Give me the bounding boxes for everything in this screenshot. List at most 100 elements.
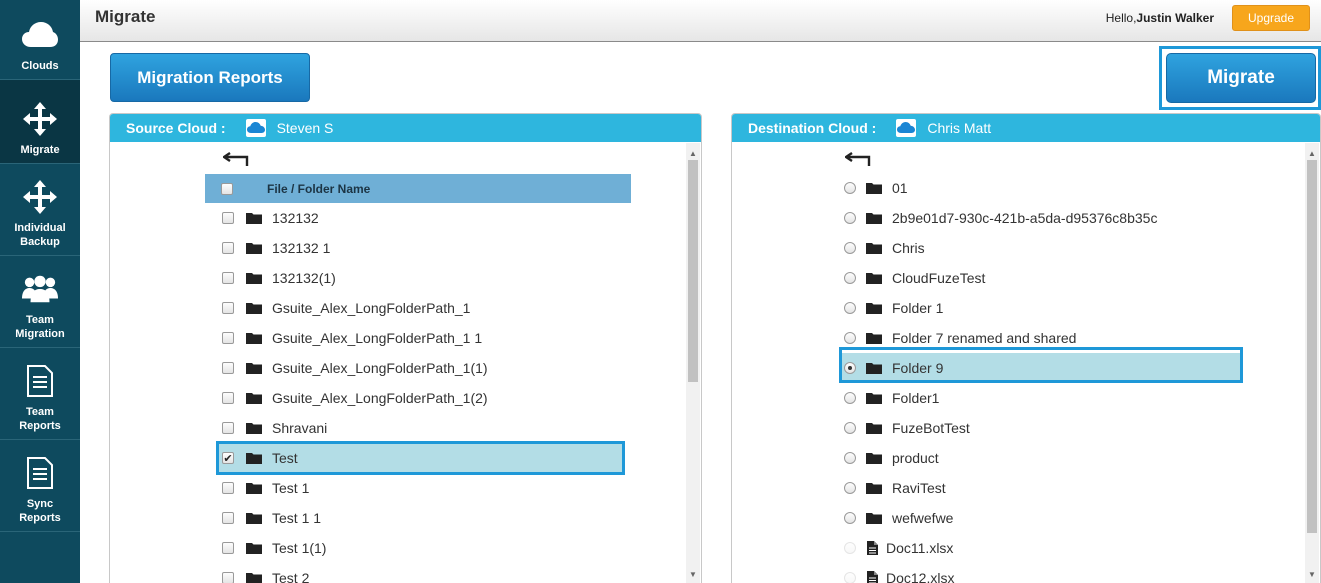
- item-checkbox[interactable]: [222, 572, 234, 583]
- item-radio[interactable]: [844, 482, 856, 494]
- source-list-item[interactable]: Gsuite_Alex_LongFolderPath_1(1): [110, 353, 686, 383]
- folder-icon: [866, 452, 882, 464]
- destination-list-item[interactable]: Doc12.xlsx: [732, 563, 1305, 583]
- item-name: Test 1 1: [272, 510, 322, 526]
- folder-icon: [866, 332, 882, 344]
- scroll-thumb[interactable]: [688, 160, 698, 382]
- destination-list-item[interactable]: CloudFuzeTest: [732, 263, 1305, 293]
- item-checkbox[interactable]: [222, 512, 234, 524]
- item-name: Folder 7 renamed and shared: [892, 330, 1077, 346]
- destination-list-item[interactable]: Doc11.xlsx: [732, 533, 1305, 563]
- sidebar-item-migrate[interactable]: Migrate: [0, 80, 80, 164]
- item-checkbox[interactable]: [222, 392, 234, 404]
- item-radio[interactable]: [844, 242, 856, 254]
- destination-list-item[interactable]: RaviTest: [732, 473, 1305, 503]
- source-list-item[interactable]: Shravani: [110, 413, 686, 443]
- file-icon: [867, 571, 878, 583]
- sidebar-item-sync-reports[interactable]: Sync Reports: [0, 440, 80, 532]
- back-arrow-icon[interactable]: [223, 151, 249, 167]
- destination-list-item[interactable]: product: [732, 443, 1305, 473]
- source-list-item[interactable]: Gsuite_Alex_LongFolderPath_1: [110, 293, 686, 323]
- item-name: wefwefwe: [892, 510, 954, 526]
- sidebar-item-label: Clouds: [21, 60, 59, 72]
- item-checkbox[interactable]: [222, 422, 234, 434]
- user-greeting: Hello,Justin Walker: [1106, 11, 1214, 25]
- destination-list-item[interactable]: 2b9e01d7-930c-421b-a5da-d95376c8b35c: [732, 203, 1305, 233]
- sidebar-item-individual-backup[interactable]: Individual Backup: [0, 164, 80, 256]
- item-name: Folder1: [892, 390, 940, 406]
- item-name: Doc12.xlsx: [886, 570, 955, 583]
- item-radio[interactable]: [844, 332, 856, 344]
- item-radio[interactable]: [844, 452, 856, 464]
- select-all-checkbox[interactable]: [221, 182, 233, 195]
- item-radio[interactable]: [844, 212, 856, 224]
- item-checkbox[interactable]: [222, 272, 234, 284]
- item-checkbox[interactable]: [222, 332, 234, 344]
- source-list-item[interactable]: Gsuite_Alex_LongFolderPath_1 1: [110, 323, 686, 353]
- source-list-item[interactable]: Test 2: [110, 563, 686, 583]
- source-list-item[interactable]: Test 1 1: [110, 503, 686, 533]
- scroll-up-icon[interactable]: ▲: [689, 149, 697, 158]
- back-arrow-icon[interactable]: [845, 151, 871, 167]
- item-radio[interactable]: [844, 182, 856, 194]
- source-list-item[interactable]: 132132: [110, 203, 686, 233]
- item-radio[interactable]: [844, 572, 856, 583]
- source-list-item[interactable]: 132132(1): [110, 263, 686, 293]
- item-checkbox[interactable]: [222, 362, 234, 374]
- onedrive-icon: [245, 119, 266, 137]
- destination-list-item[interactable]: Chris: [732, 233, 1305, 263]
- item-checkbox[interactable]: [222, 542, 234, 554]
- item-name: Test 1(1): [272, 540, 327, 556]
- destination-account-name[interactable]: Chris Matt: [927, 120, 991, 136]
- destination-list-item[interactable]: Folder 1: [732, 293, 1305, 323]
- source-list-item[interactable]: Gsuite_Alex_LongFolderPath_1(2): [110, 383, 686, 413]
- app-root: Clouds Migrate Individual Backup Team Mi…: [0, 0, 1321, 583]
- destination-list-item[interactable]: 01: [732, 173, 1305, 203]
- folder-icon: [866, 302, 882, 314]
- item-name: Test 2: [272, 570, 310, 583]
- item-radio[interactable]: [844, 542, 856, 554]
- scroll-down-icon[interactable]: ▼: [689, 570, 697, 579]
- page-title: Migrate: [95, 7, 156, 26]
- item-name: 132132: [272, 210, 319, 226]
- item-radio[interactable]: [844, 302, 856, 314]
- migration-reports-button[interactable]: Migration Reports: [110, 53, 310, 102]
- sidebar-item-team-reports[interactable]: Team Reports: [0, 348, 80, 440]
- sidebar-item-team-migration[interactable]: Team Migration: [0, 256, 80, 348]
- scroll-thumb[interactable]: [1307, 160, 1317, 533]
- destination-heading: Destination Cloud :: [748, 120, 877, 136]
- source-list-item[interactable]: 132132 1: [110, 233, 686, 263]
- item-radio[interactable]: [844, 392, 856, 404]
- item-checkbox[interactable]: [222, 302, 234, 314]
- destination-list-item[interactable]: FuzeBotTest: [732, 413, 1305, 443]
- item-name: Gsuite_Alex_LongFolderPath_1: [272, 300, 471, 316]
- destination-list-item[interactable]: Folder1: [732, 383, 1305, 413]
- sidebar-item-clouds[interactable]: Clouds: [0, 0, 80, 80]
- item-checkbox[interactable]: [222, 482, 234, 494]
- scroll-up-icon[interactable]: ▲: [1308, 149, 1316, 158]
- selected-destination-highlight: [839, 347, 1243, 383]
- onedrive-icon: [896, 119, 917, 137]
- folder-icon: [866, 212, 882, 224]
- item-checkbox[interactable]: [222, 242, 234, 254]
- source-scrollbar[interactable]: ▲ ▼: [686, 143, 700, 583]
- upgrade-button[interactable]: Upgrade: [1232, 5, 1310, 31]
- scroll-down-icon[interactable]: ▼: [1308, 570, 1316, 579]
- item-radio[interactable]: [844, 422, 856, 434]
- destination-list-item[interactable]: wefwefwe: [732, 503, 1305, 533]
- destination-scrollbar[interactable]: ▲ ▼: [1305, 143, 1319, 583]
- sidebar-item-label: Team Reports: [19, 406, 61, 432]
- item-radio[interactable]: [844, 272, 856, 284]
- source-list-item[interactable]: Test 1: [110, 473, 686, 503]
- item-radio[interactable]: [844, 512, 856, 524]
- users-group-icon: [22, 271, 58, 307]
- source-account-name[interactable]: Steven S: [277, 120, 334, 136]
- sidebar: Clouds Migrate Individual Backup Team Mi…: [0, 0, 80, 583]
- sidebar-item-label: Sync Reports: [19, 498, 61, 524]
- selected-source-highlight: [216, 441, 625, 475]
- item-name: Gsuite_Alex_LongFolderPath_1(1): [272, 360, 488, 376]
- item-checkbox[interactable]: [222, 212, 234, 224]
- migrate-button[interactable]: Migrate: [1166, 53, 1316, 103]
- source-list-item[interactable]: Test 1(1): [110, 533, 686, 563]
- user-name[interactable]: Justin Walker: [1136, 11, 1214, 25]
